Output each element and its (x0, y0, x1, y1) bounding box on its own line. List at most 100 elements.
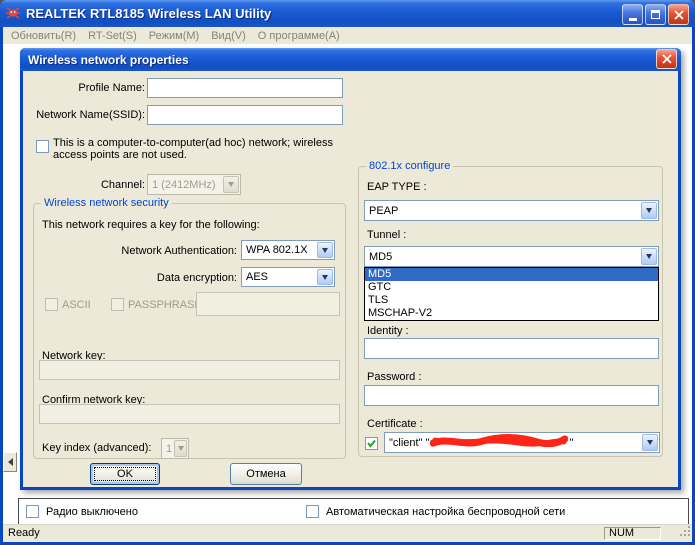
dialog-close-button[interactable] (656, 49, 677, 69)
wireless-properties-dialog: Wireless network properties Profile Name… (20, 48, 681, 490)
ascii-checkbox (45, 298, 58, 311)
dot1x-group: 802.1x configure EAP TYPE : PEAP Tunnel … (358, 166, 663, 457)
tunnel-option-md5[interactable]: MD5 (365, 268, 658, 281)
chevron-down-icon (647, 440, 653, 445)
tunnel-option-tls[interactable]: TLS (365, 294, 658, 307)
maximize-button[interactable] (645, 4, 666, 25)
profile-name-label: Profile Name: (31, 82, 145, 94)
menu-item-about[interactable]: О программе(A) (254, 29, 348, 43)
data-encryption-dropdown-button[interactable] (317, 269, 333, 285)
realtek-logo-icon (5, 4, 21, 23)
certificate-checkbox[interactable] (365, 437, 378, 450)
profile-name-input[interactable] (147, 78, 343, 98)
status-bar: Ready NUM (3, 524, 692, 542)
dialog-title: Wireless network properties (28, 53, 189, 67)
identity-input[interactable] (364, 338, 659, 359)
chevron-down-icon (646, 208, 652, 213)
channel-label: Channel: (31, 179, 145, 191)
tunnel-option-gtc[interactable]: GTC (365, 281, 658, 294)
chevron-down-icon (178, 446, 184, 451)
security-group: Wireless network security This network r… (33, 203, 346, 459)
certificate-value-prefix: "client" " (389, 437, 429, 449)
tunnel-option-mschapv2[interactable]: MSCHAP-V2 (365, 307, 658, 320)
menu-item-refresh[interactable]: Обновить(R) (7, 29, 84, 43)
network-auth-combobox[interactable]: WPA 802.1X (241, 240, 335, 260)
window-title: REALTEK RTL8185 Wireless LAN Utility (26, 6, 271, 21)
password-label: Password : (367, 371, 421, 383)
eap-type-value: PEAP (369, 205, 398, 217)
close-icon (674, 10, 684, 20)
tunnel-label: Tunnel : (367, 229, 406, 241)
num-label: NUM (609, 527, 634, 539)
certificate-value-suffix: " (569, 437, 573, 449)
chevron-down-icon (228, 182, 234, 187)
ascii-label: ASCII (62, 299, 91, 311)
data-encryption-value: AES (246, 271, 268, 283)
main-window: REALTEK RTL8185 Wireless LAN Utility Обн… (0, 0, 695, 545)
radio-off-label[interactable]: Радио выключено (46, 506, 138, 518)
close-icon (662, 54, 672, 64)
key-index-combobox: 1 (161, 438, 189, 459)
menu-bar: Обновить(R) RT-Set(S) Режим(M) Вид(V) О … (3, 27, 692, 44)
redaction-scribble (430, 433, 568, 452)
requires-key-text: This network requires a key for the foll… (42, 219, 260, 231)
dialog-titlebar: Wireless network properties (20, 48, 681, 71)
radio-off-checkbox[interactable] (26, 505, 39, 518)
cancel-button[interactable]: Отмена (230, 463, 302, 485)
certificate-combobox[interactable]: "client" " " (384, 432, 660, 453)
tunnel-value: MD5 (369, 251, 392, 263)
bottom-options-group: Радио выключено Автоматическая настройка… (18, 498, 689, 524)
maximize-icon (651, 10, 660, 19)
cancel-button-label: Отмена (246, 468, 285, 480)
tunnel-combobox[interactable]: MD5 (364, 246, 659, 267)
network-auth-value: WPA 802.1X (246, 244, 308, 256)
main-titlebar: REALTEK RTL8185 Wireless LAN Utility (0, 0, 695, 27)
num-lock-indicator: NUM (604, 527, 661, 540)
security-group-title: Wireless network security (41, 197, 172, 209)
scroll-left-button[interactable] (3, 452, 17, 472)
resize-grip[interactable] (679, 525, 691, 540)
menu-item-mode[interactable]: Режим(M) (145, 29, 207, 43)
ok-button[interactable]: OK (90, 463, 160, 485)
dialog-body: Profile Name: Network Name(SSID): This i… (23, 71, 678, 487)
minimize-icon (629, 18, 637, 21)
data-encryption-label: Data encryption: (44, 272, 237, 284)
minimize-button[interactable] (622, 4, 643, 25)
close-button[interactable] (668, 4, 689, 25)
tunnel-dropdown-button[interactable] (641, 248, 657, 265)
dot1x-group-title: 802.1x configure (366, 160, 453, 172)
chevron-down-icon (322, 248, 328, 253)
check-icon (366, 438, 377, 449)
adhoc-checkbox[interactable] (36, 140, 49, 153)
password-input[interactable] (364, 385, 659, 406)
menu-item-view[interactable]: Вид(V) (207, 29, 254, 43)
auto-config-label[interactable]: Автоматическая настройка беспроводной се… (326, 506, 565, 518)
network-auth-dropdown-button[interactable] (317, 242, 333, 258)
menu-item-rtset[interactable]: RT-Set(S) (84, 29, 145, 43)
certificate-dropdown-button[interactable] (642, 434, 658, 451)
passphrase-label: PASSPHRASE (128, 299, 202, 311)
channel-combobox: 1 (2412MHz) (147, 174, 241, 195)
certificate-label: Certificate : (367, 418, 423, 430)
key-index-value: 1 (166, 443, 172, 455)
ok-button-label: OK (117, 468, 133, 480)
confirm-key-input (39, 404, 340, 424)
channel-value: 1 (2412MHz) (152, 179, 216, 191)
eap-type-dropdown-button[interactable] (641, 202, 657, 219)
chevron-down-icon (646, 254, 652, 259)
arrow-left-icon (8, 458, 13, 466)
identity-label: Identity : (367, 325, 409, 337)
data-encryption-combobox[interactable]: AES (241, 267, 335, 287)
auto-config-checkbox[interactable] (306, 505, 319, 518)
tunnel-dropdown-list: MD5 GTC TLS MSCHAP-V2 (364, 267, 659, 321)
passphrase-checkbox (111, 298, 124, 311)
eap-type-combobox[interactable]: PEAP (364, 200, 659, 221)
network-key-input (39, 360, 340, 380)
caption-buttons (622, 4, 689, 25)
ssid-label: Network Name(SSID): (31, 109, 145, 121)
ssid-input[interactable] (147, 105, 343, 125)
chevron-down-icon (322, 275, 328, 280)
key-index-label: Key index (advanced): (42, 442, 151, 454)
adhoc-label[interactable]: This is a computer-to-computer(ad hoc) n… (53, 137, 347, 161)
channel-dropdown-button (223, 176, 239, 193)
